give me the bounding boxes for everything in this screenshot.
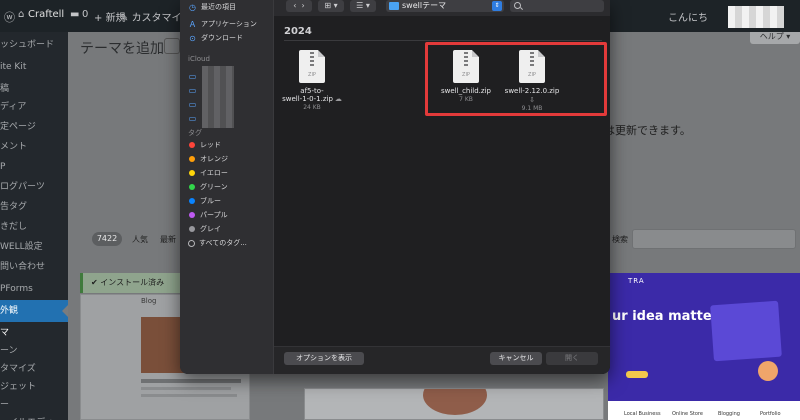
- sidebar-item-contact[interactable]: 問い合わせ: [0, 256, 68, 278]
- download-icon: ⊙: [189, 33, 196, 43]
- sidebar-item-appearance[interactable]: 外観: [0, 300, 68, 322]
- tag-gray[interactable]: グレイ: [188, 222, 221, 236]
- comments-count: 0: [82, 9, 89, 20]
- sidebar-item-blog-parts[interactable]: ログパーツ: [0, 176, 68, 198]
- icloud-items-obscured: [202, 66, 234, 128]
- sidebar-item-dashboard[interactable]: ッシュボード: [0, 34, 68, 56]
- tag-blue-dot-icon: [189, 198, 195, 204]
- folder-icon[interactable]: ▭: [188, 114, 197, 123]
- sidebar-subitem-file-editor[interactable]: ァイルエディ: [0, 412, 68, 420]
- group-divider: [284, 40, 602, 41]
- file-name-line1: af5-to-: [300, 87, 324, 95]
- downloads-label: ダウンロード: [201, 34, 243, 42]
- applications-label: アプリケーション: [201, 20, 257, 28]
- wordpress-logo-icon[interactable]: ⓦ: [4, 9, 15, 25]
- sidebar-downloads[interactable]: ⊙ ダウンロード: [188, 31, 243, 45]
- tag-orange-dot-icon: [189, 156, 195, 162]
- open-button[interactable]: 開く: [546, 352, 598, 365]
- tag-purple-label: パープル: [200, 211, 228, 219]
- sidebar-item-pages[interactable]: 定ページ: [0, 116, 68, 138]
- zipper-icon: [310, 52, 314, 66]
- sidebar-item-comments[interactable]: メント: [0, 136, 68, 158]
- icloud-section-label: iCloud: [188, 55, 210, 63]
- show-options-button[interactable]: オプションを表示: [284, 352, 364, 365]
- folder-icon[interactable]: ▭: [188, 86, 197, 95]
- sidebar-applications[interactable]: Ａ アプリケーション: [188, 17, 257, 31]
- greeting-text: こんにち: [668, 13, 708, 24]
- tag-yellow-label: イエロー: [200, 169, 228, 177]
- icloud-drive-icon[interactable]: ▭: [188, 72, 197, 81]
- dialog-search-input[interactable]: [510, 0, 604, 12]
- location-popup[interactable]: swellテーマ ⇕: [386, 0, 504, 12]
- file-item-af5-to-swell[interactable]: ZIP af5-to- swell-1-0-1.zip ☁ 24 KB: [282, 50, 342, 122]
- annotation-highlight-box: [425, 42, 607, 116]
- folder-icon[interactable]: ▭: [188, 100, 197, 109]
- home-icon: ⌂: [18, 9, 25, 20]
- tag-yellow-dot-icon: [189, 170, 195, 176]
- dialog-file-area: ‹ › ⊞ ▾ ☰ ▾ swellテーマ ⇕ 2024 ZIP af5-to-: [274, 0, 610, 374]
- back-forward-buttons[interactable]: ‹ ›: [286, 0, 312, 12]
- tags-section-label: タグ: [188, 129, 202, 137]
- dialog-sidebar: ◷ 最近の項目 Ａ アプリケーション ⊙ ダウンロード iCloud ▭ ▭ ▭…: [180, 0, 274, 374]
- zip-type-label: ZIP: [308, 72, 316, 78]
- sidebar-item-p[interactable]: P: [0, 156, 68, 178]
- tag-red[interactable]: レッド: [188, 138, 221, 152]
- view-grid-button[interactable]: ⊞ ▾: [318, 0, 344, 12]
- file-name: af5-to- swell-1-0-1.zip ☁: [282, 87, 342, 103]
- tag-green[interactable]: グリーン: [188, 180, 228, 194]
- group-header-year: 2024: [284, 26, 312, 37]
- file-name-line2: swell-1-0-1.zip: [282, 95, 333, 103]
- tag-blue[interactable]: ブルー: [188, 194, 221, 208]
- tag-purple-dot-icon: [189, 212, 195, 218]
- sidebar-item-balloon[interactable]: きだし: [0, 216, 68, 238]
- tag-green-dot-icon: [189, 184, 195, 190]
- dialog-toolbar: ‹ › ⊞ ▾ ☰ ▾ swellテーマ ⇕: [274, 0, 610, 16]
- tag-red-label: レッド: [200, 141, 221, 149]
- tag-orange[interactable]: オレンジ: [188, 152, 228, 166]
- all-tags-label: すべてのタグ...: [199, 239, 247, 247]
- location-folder-name: swellテーマ: [402, 1, 447, 10]
- cancel-button[interactable]: キャンセル: [490, 352, 542, 365]
- tag-orange-label: オレンジ: [200, 155, 228, 163]
- chevron-updown-icon: ⇕: [492, 1, 502, 11]
- file-size: 24 KB: [303, 104, 321, 111]
- sidebar-item-sitekit[interactable]: ite Kit: [0, 56, 68, 78]
- tag-red-dot-icon: [189, 142, 195, 148]
- tag-yellow[interactable]: イエロー: [188, 166, 228, 180]
- recents-label: 最近の項目: [201, 3, 236, 11]
- forward-icon[interactable]: ›: [302, 1, 305, 10]
- zip-file-icon: ZIP: [299, 50, 325, 83]
- folder-icon: [389, 2, 399, 10]
- sidebar-item-wpforms[interactable]: PForms: [0, 278, 68, 300]
- file-open-dialog: ◷ 最近の項目 Ａ アプリケーション ⊙ ダウンロード iCloud ▭ ▭ ▭…: [180, 0, 610, 374]
- tag-gray-dot-icon: [189, 226, 195, 232]
- grid-icon: ⊞ ▾: [324, 1, 338, 10]
- search-icon: [514, 2, 521, 9]
- clock-icon: ◷: [189, 2, 196, 12]
- tag-all[interactable]: すべてのタグ...: [188, 236, 247, 250]
- all-tags-icon: [188, 239, 195, 247]
- list-icon: ☰ ▾: [356, 1, 370, 10]
- comment-icon[interactable]: ▬: [70, 9, 79, 20]
- cloud-icon: ☁: [334, 95, 342, 103]
- sidebar-item-media[interactable]: ディア: [0, 96, 68, 118]
- tag-blue-label: ブルー: [200, 197, 221, 205]
- view-group-button[interactable]: ☰ ▾: [350, 0, 376, 12]
- sidebar-recents[interactable]: ◷ 最近の項目: [188, 0, 236, 14]
- back-icon[interactable]: ‹: [293, 1, 296, 10]
- avatar[interactable]: [728, 6, 784, 28]
- tag-gray-label: グレイ: [200, 225, 221, 233]
- site-name-link[interactable]: Craftell: [28, 9, 64, 20]
- wp-admin-sidebar: ッシュボード ite Kit 稿 ディア 定ページ メント P ログパーツ 告タ…: [0, 32, 68, 420]
- sidebar-item-ad-tags[interactable]: 告タグ: [0, 196, 68, 218]
- tag-green-label: グリーン: [200, 183, 228, 191]
- sidebar-item-swell-settings[interactable]: WELL設定: [0, 236, 68, 258]
- applications-icon: Ａ: [188, 19, 197, 29]
- tag-purple[interactable]: パープル: [188, 208, 228, 222]
- dialog-footer: オプションを表示 キャンセル 開く: [274, 346, 610, 374]
